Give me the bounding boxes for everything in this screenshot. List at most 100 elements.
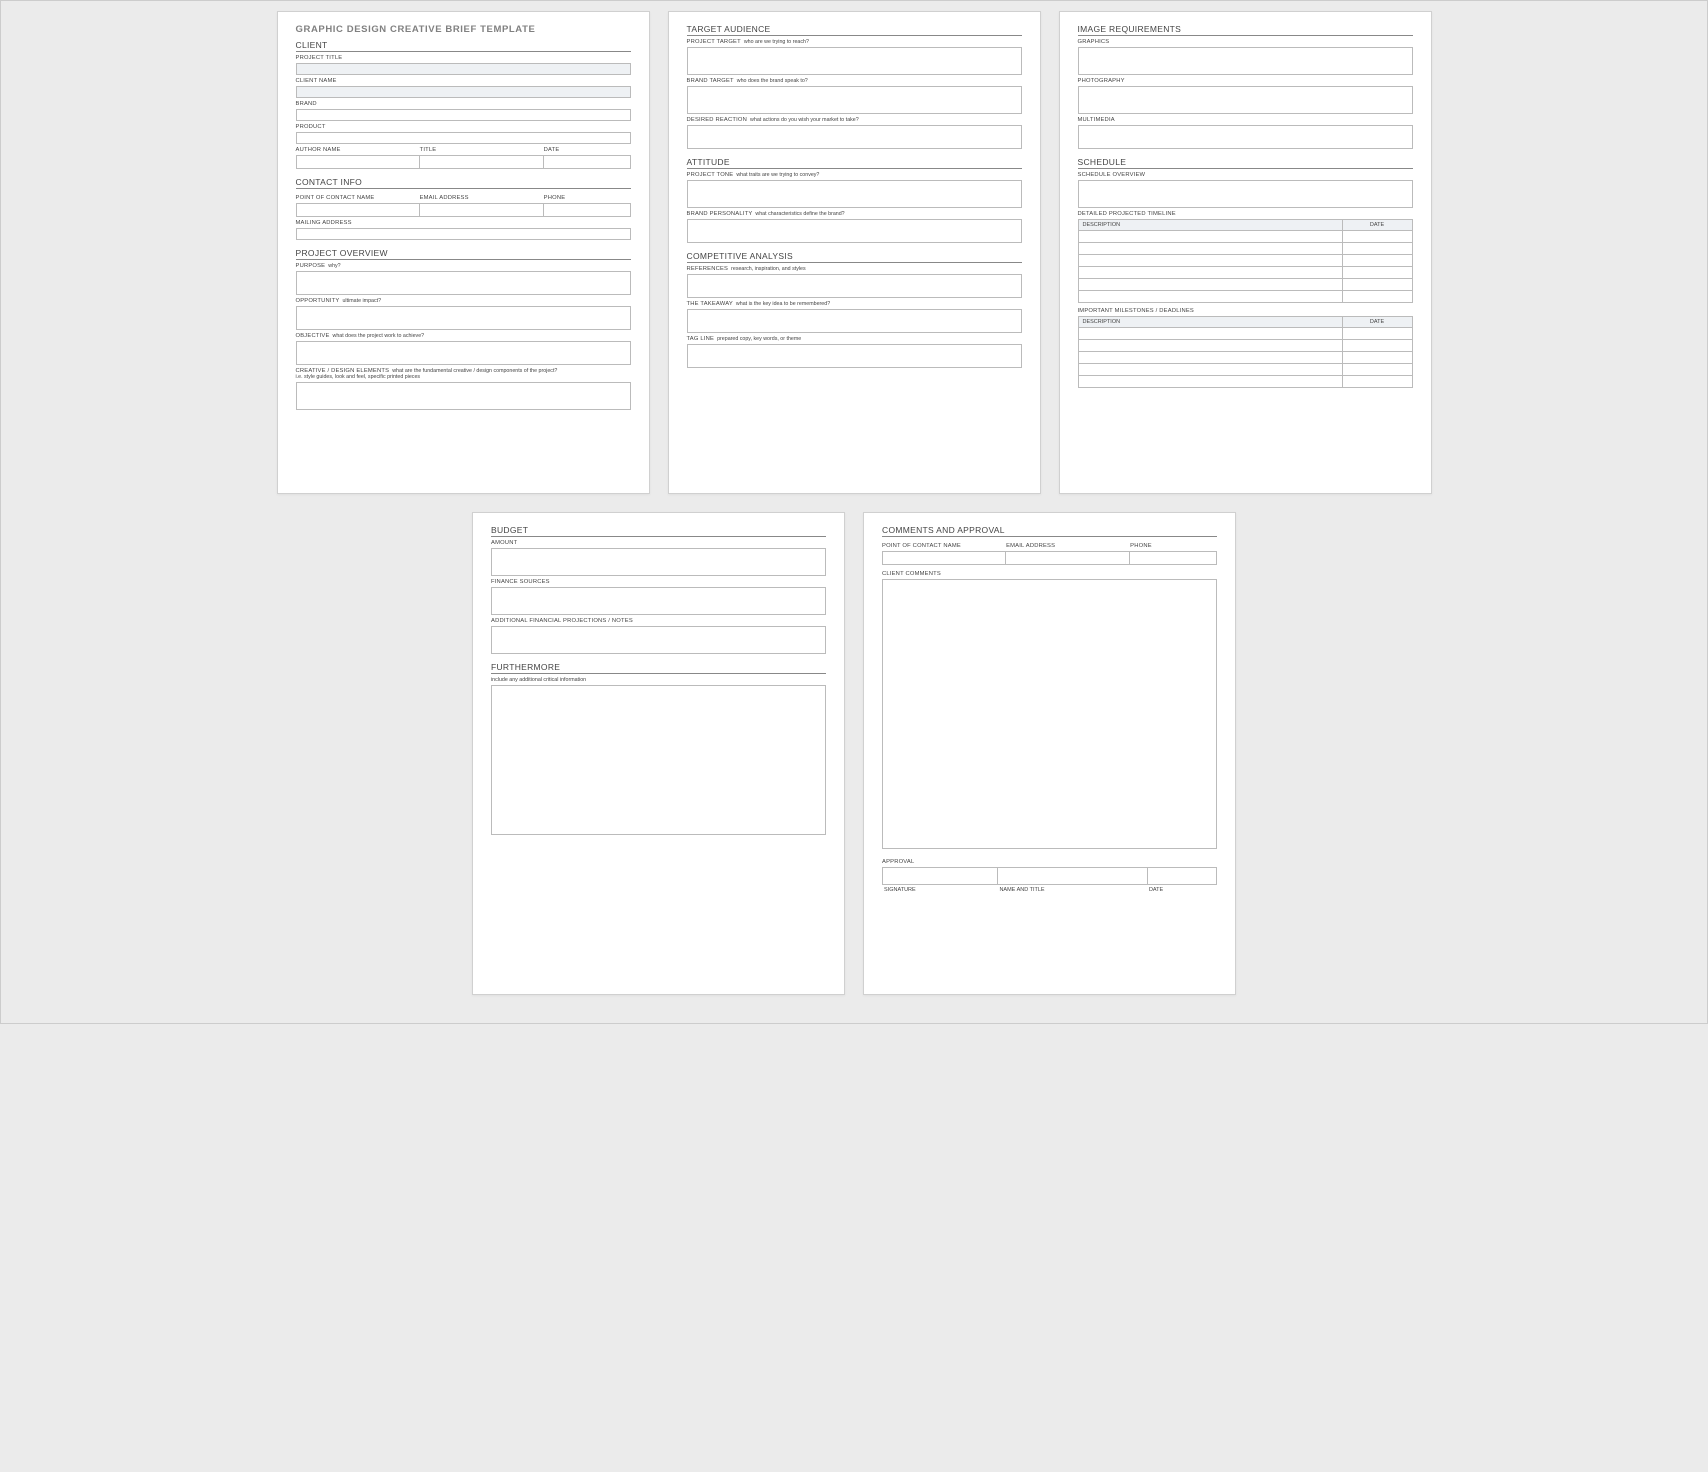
label-email: EMAIL ADDRESS (420, 195, 544, 202)
input-tagline[interactable] (687, 344, 1022, 368)
label-photography: PHOTOGRAPHY (1078, 78, 1413, 85)
approval-signature-row (882, 867, 1217, 885)
input-project-target[interactable] (687, 47, 1022, 75)
input-project-tone[interactable] (687, 180, 1022, 208)
input-approval-poc[interactable] (882, 551, 1006, 565)
input-project-title[interactable] (296, 63, 631, 75)
page-3: IMAGE REQUIREMENTS GRAPHICS PHOTOGRAPHY … (1059, 11, 1432, 494)
input-poc-name[interactable] (296, 203, 420, 217)
author-row: AUTHOR NAME TITLE DATE (296, 144, 631, 169)
label-amount: AMOUNT (491, 540, 826, 547)
input-client-comments[interactable] (882, 579, 1217, 849)
label-mailing: MAILING ADDRESS (296, 220, 631, 227)
label-author-name: AUTHOR NAME (296, 147, 420, 154)
page-4: BUDGET AMOUNT FINANCE SOURCES ADDITIONAL… (472, 512, 845, 995)
label-client-name: CLIENT NAME (296, 78, 631, 85)
label-desired-reaction: DESIRED REACTIONwhat actions do you wish… (687, 117, 1022, 124)
input-email[interactable] (420, 203, 544, 217)
input-signature[interactable] (882, 867, 998, 885)
input-author-date[interactable] (544, 155, 631, 169)
th-date-2: DATE (1342, 316, 1412, 327)
table-row (1078, 230, 1412, 242)
input-approval-phone[interactable] (1130, 551, 1217, 565)
label-approval: APPROVAL (882, 859, 1217, 866)
label-approval-phone: PHONE (1130, 543, 1217, 550)
table-row (1078, 375, 1412, 387)
label-product: PRODUCT (296, 124, 631, 131)
input-brand[interactable] (296, 109, 631, 121)
label-approval-email: EMAIL ADDRESS (1006, 543, 1130, 550)
label-finance-sources: FINANCE SOURCES (491, 579, 826, 586)
input-client-name[interactable] (296, 86, 631, 98)
input-graphics[interactable] (1078, 47, 1413, 75)
input-references[interactable] (687, 274, 1022, 298)
document-title: GRAPHIC DESIGN CREATIVE BRIEF TEMPLATE (296, 24, 631, 35)
label-furthermore: include any additional critical informat… (491, 677, 826, 684)
input-financial-notes[interactable] (491, 626, 826, 654)
table-row (1078, 351, 1412, 363)
label-project-target: PROJECT TARGETwho are we trying to reach… (687, 39, 1022, 46)
input-multimedia[interactable] (1078, 125, 1413, 149)
input-brand-personality[interactable] (687, 219, 1022, 243)
input-author-name[interactable] (296, 155, 420, 169)
page-2: TARGET AUDIENCE PROJECT TARGETwho are we… (668, 11, 1041, 494)
label-poc-name: POINT OF CONTACT NAME (296, 195, 420, 202)
input-amount[interactable] (491, 548, 826, 576)
page-row-2: BUDGET AMOUNT FINANCE SOURCES ADDITIONAL… (11, 512, 1697, 995)
input-objective[interactable] (296, 341, 631, 365)
label-timeline: DETAILED PROJECTED TIMELINE (1078, 211, 1413, 218)
label-approval-poc: POINT OF CONTACT NAME (882, 543, 1006, 550)
label-brand: BRAND (296, 101, 631, 108)
section-competitive-analysis: COMPETITIVE ANALYSIS (687, 251, 1022, 263)
label-author-date: DATE (544, 147, 631, 154)
section-furthermore: FURTHERMORE (491, 662, 826, 674)
input-phone[interactable] (544, 203, 631, 217)
label-opportunity: OPPORTUNITYultimate impact? (296, 298, 631, 305)
label-objective: OBJECTIVEwhat does the project work to a… (296, 333, 631, 340)
input-brand-target[interactable] (687, 86, 1022, 114)
label-multimedia: MULTIMEDIA (1078, 117, 1413, 124)
table-row (1078, 242, 1412, 254)
section-image-requirements: IMAGE REQUIREMENTS (1078, 24, 1413, 36)
page-5: COMMENTS AND APPROVAL POINT OF CONTACT N… (863, 512, 1236, 995)
input-name-title[interactable] (998, 867, 1147, 885)
section-client: CLIENT (296, 40, 631, 52)
input-schedule-overview[interactable] (1078, 180, 1413, 208)
timeline-table: DESCRIPTIONDATE (1078, 219, 1413, 303)
label-tagline: TAG LINEprepared copy, key words, or the… (687, 336, 1022, 343)
input-desired-reaction[interactable] (687, 125, 1022, 149)
table-row (1078, 278, 1412, 290)
page-1: GRAPHIC DESIGN CREATIVE BRIEF TEMPLATE C… (277, 11, 650, 494)
table-row (1078, 266, 1412, 278)
label-financial-notes: ADDITIONAL FINANCIAL PROJECTIONS / NOTES (491, 618, 826, 625)
input-finance-sources[interactable] (491, 587, 826, 615)
table-row (1078, 363, 1412, 375)
input-creative-elements[interactable] (296, 382, 631, 410)
signature-labels: SIGNATURE NAME AND TITLE DATE (882, 887, 1217, 893)
table-row (1078, 290, 1412, 302)
input-mailing[interactable] (296, 228, 631, 240)
input-sign-date[interactable] (1148, 867, 1217, 885)
label-milestones: IMPORTANT MILESTONES / DEADLINES (1078, 308, 1413, 315)
input-photography[interactable] (1078, 86, 1413, 114)
input-opportunity[interactable] (296, 306, 631, 330)
label-sign-date: DATE (1147, 887, 1217, 893)
milestones-table: DESCRIPTIONDATE (1078, 316, 1413, 388)
label-name-title: NAME AND TITLE (997, 887, 1146, 893)
section-attitude: ATTITUDE (687, 157, 1022, 169)
contact-row: POINT OF CONTACT NAME EMAIL ADDRESS PHON… (296, 192, 631, 217)
page-row-1: GRAPHIC DESIGN CREATIVE BRIEF TEMPLATE C… (11, 11, 1697, 494)
input-purpose[interactable] (296, 271, 631, 295)
th-date: DATE (1342, 219, 1412, 230)
table-row (1078, 327, 1412, 339)
label-brand-target: BRAND TARGETwho does the brand speak to? (687, 78, 1022, 85)
input-approval-email[interactable] (1006, 551, 1130, 565)
input-product[interactable] (296, 132, 631, 144)
table-row (1078, 339, 1412, 351)
label-takeaway: THE TAKEAWAYwhat is the key idea to be r… (687, 301, 1022, 308)
section-project-overview: PROJECT OVERVIEW (296, 248, 631, 260)
input-furthermore[interactable] (491, 685, 826, 835)
label-project-title: PROJECT TITLE (296, 55, 631, 62)
input-author-title[interactable] (420, 155, 544, 169)
input-takeaway[interactable] (687, 309, 1022, 333)
